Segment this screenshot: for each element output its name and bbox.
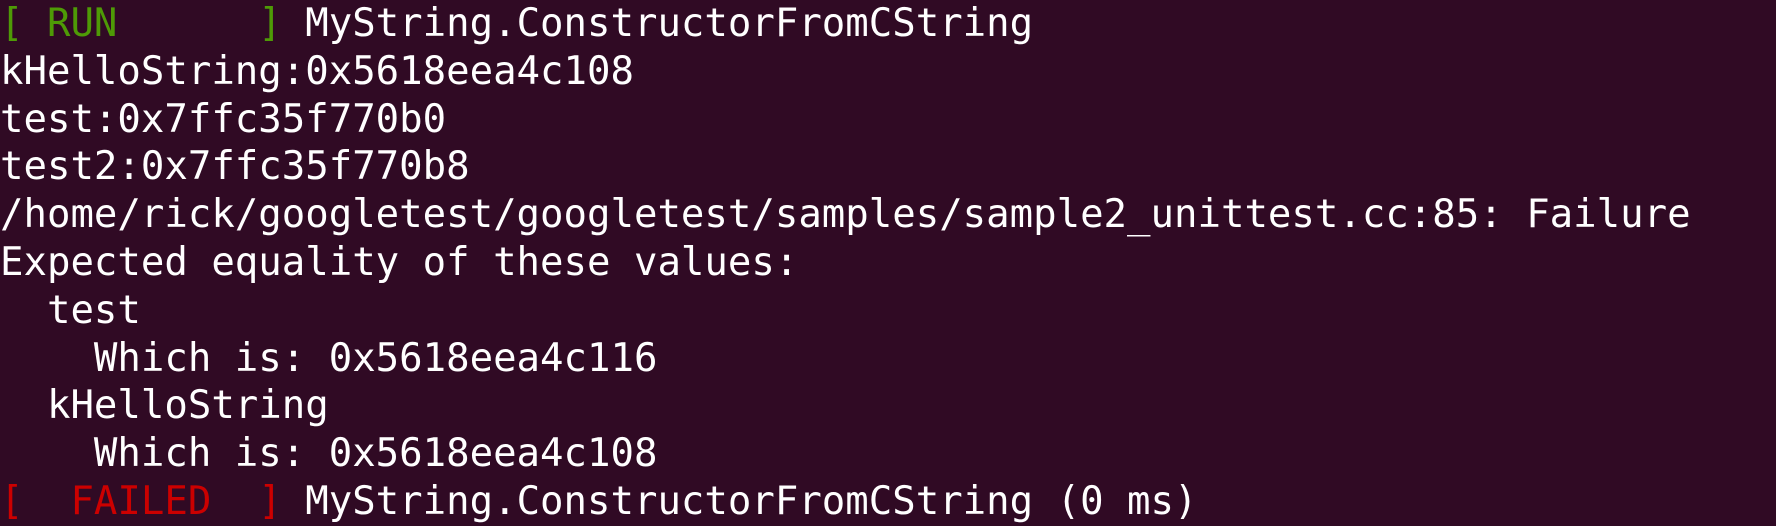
output-line: kHelloString:0x5618eea4c108 [0,48,634,94]
test-run-line: [ RUN ] MyString.ConstructorFromCString [0,0,1776,48]
actual-value-detail-line: Which is: 0x5618eea4c108 [0,431,658,477]
assertion-message-line: Expected equality of these values: [0,239,799,285]
expected-value-line: test [0,287,141,333]
actual-value-line: kHelloString [0,383,329,429]
output-line: test2:0x7ffc35f770b8 [0,144,470,190]
failure-location-line: /home/rick/googletest/googletest/samples… [0,192,1691,238]
output-line: test:0x7ffc35f770b0 [0,96,447,142]
run-status-tag: [ RUN ] [0,1,282,46]
expected-value-detail-line: Which is: 0x5618eea4c116 [0,335,658,381]
terminal-output: [ RUN ] MyString.ConstructorFromCString … [0,0,1776,524]
test-name: MyString.ConstructorFromCString [281,1,1034,46]
test-result-text: MyString.ConstructorFromCString (0 ms) [281,478,1198,524]
failed-status-tag: [ FAILED ] [0,478,282,524]
test-failed-line: [ FAILED ] MyString.ConstructorFromCStri… [0,478,1776,526]
